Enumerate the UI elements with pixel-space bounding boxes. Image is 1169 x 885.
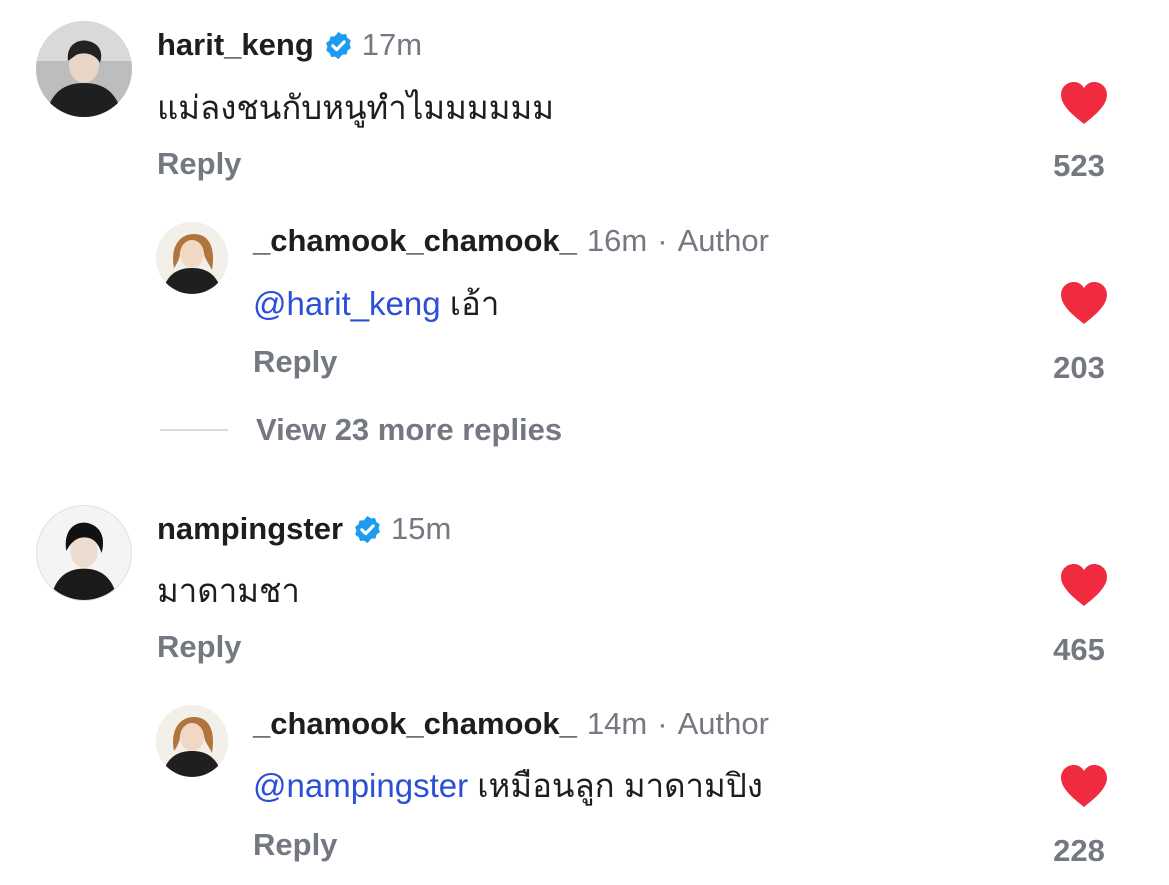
- timestamp: 14m: [586, 706, 648, 741]
- avatar[interactable]: [156, 222, 228, 294]
- timestamp: 15m: [391, 511, 452, 546]
- comment-text: @harit_keng เอ้า: [253, 282, 499, 326]
- author-label: Author: [677, 223, 769, 258]
- comment-text: แม่ลงชนกับหนูทำไมมมมมม: [157, 89, 554, 126]
- reply-button[interactable]: Reply: [253, 825, 337, 865]
- like-count: 465: [1053, 632, 1105, 667]
- verified-badge-icon: [323, 30, 354, 61]
- avatar[interactable]: [156, 705, 228, 777]
- like-button[interactable]: [1051, 281, 1117, 325]
- separator-dot: ·: [657, 223, 668, 258]
- like-count: 203: [1053, 350, 1105, 385]
- comment-body: เอ้า: [449, 285, 500, 322]
- comment-text: @nampingster เหมือนลูก มาดามปิง: [253, 764, 763, 808]
- thread-divider-line: [160, 429, 228, 431]
- comment-header: harit_keng 17m: [157, 25, 422, 65]
- like-button[interactable]: [1051, 563, 1117, 607]
- heart-filled-icon[interactable]: [1059, 81, 1109, 125]
- heart-filled-icon[interactable]: [1059, 281, 1109, 325]
- view-more-replies-button[interactable]: View 23 more replies: [256, 410, 562, 450]
- avatar-photo: [156, 705, 228, 777]
- comment-header: nampingster 15m: [157, 509, 451, 549]
- mention-link[interactable]: @nampingster: [253, 767, 468, 804]
- like-count: 523: [1053, 148, 1105, 183]
- heart-filled-icon[interactable]: [1059, 764, 1109, 808]
- reply-button[interactable]: Reply: [157, 144, 241, 184]
- separator-dot: ·: [657, 706, 668, 741]
- mention-link[interactable]: @harit_keng: [253, 285, 441, 322]
- reply-button[interactable]: Reply: [253, 342, 337, 382]
- username[interactable]: _chamook_chamook_: [253, 221, 577, 261]
- avatar[interactable]: [36, 21, 132, 117]
- comment-header: _chamook_chamook_ 14m · Author: [253, 704, 769, 744]
- reply-button[interactable]: Reply: [157, 627, 241, 667]
- author-label: Author: [677, 706, 769, 741]
- username[interactable]: _chamook_chamook_: [253, 704, 577, 744]
- like-button[interactable]: [1051, 81, 1117, 125]
- verified-badge-icon: [352, 514, 383, 545]
- username[interactable]: nampingster: [157, 509, 343, 549]
- like-button[interactable]: [1051, 764, 1117, 808]
- heart-filled-icon[interactable]: [1059, 563, 1109, 607]
- comment-header: _chamook_chamook_ 16m · Author: [253, 221, 769, 261]
- timestamp: 17m: [361, 27, 423, 62]
- timestamp: 16m: [586, 223, 648, 258]
- avatar[interactable]: [36, 505, 132, 601]
- comment-text: มาดามชา: [157, 572, 300, 609]
- username[interactable]: harit_keng: [157, 25, 314, 65]
- avatar-photo: [156, 222, 228, 294]
- avatar-photo: [36, 21, 132, 117]
- view-more-replies[interactable]: View 23 more replies: [160, 410, 562, 450]
- like-count: 228: [1053, 833, 1105, 868]
- avatar-photo: [37, 506, 131, 600]
- comment-body: เหมือนลูก มาดามปิง: [477, 767, 763, 804]
